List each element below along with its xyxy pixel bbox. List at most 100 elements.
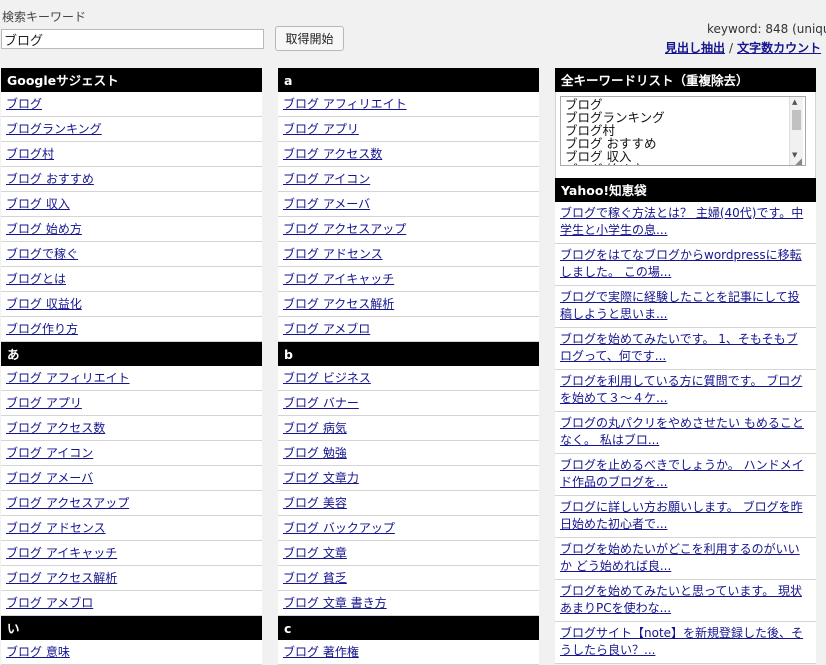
suggest-row: ブログ アクセス数 — [278, 142, 539, 167]
keyword-list-column: 全キーワードリスト（重複除去） ブログ ブログランキング ブログ村 ブログ おす… — [555, 68, 816, 664]
suggest-row: ブログ 著作権 — [278, 640, 539, 665]
suggest-keyword-link[interactable]: ブログ ビジネス — [283, 371, 371, 385]
yahoo-question-row: ブログを始めたいがどこを利用するのがいいか どう始めれば良... — [555, 538, 816, 580]
yahoo-question-row: ブログを止めるべきでしょうか。 ハンドメイ ド作品のブログを... — [555, 454, 816, 496]
suggest-row: ブログ 意味 — [1, 640, 262, 665]
yahoo-question-row: ブログに詳しい方お願いします。 ブログを昨 日始めた初心者で... — [555, 496, 816, 538]
yahoo-question-link[interactable]: ブログサイト【note】を新規登録した後、そ うしたら良い？... — [560, 626, 803, 657]
suggest-keyword-link[interactable]: ブログ 病気 — [283, 421, 347, 435]
suggest-row: ブログランキング — [1, 117, 262, 142]
suggest-row: ブログ バックアップ — [278, 516, 539, 541]
yahoo-question-text-line: ブログをはてなブログからwordpressに移転 — [560, 248, 802, 262]
fetch-start-button[interactable]: 取得開始 — [275, 26, 344, 51]
yahoo-question-link[interactable]: ブログをはてなブログからwordpressに移転 しました。 この場... — [560, 248, 802, 279]
keyword-list-textarea[interactable]: ブログ ブログランキング ブログ村 ブログ おすすめ ブログ 収入 ブログ 始め… — [560, 96, 806, 166]
suggest-row: ブログ アメーバ — [278, 192, 539, 217]
suggest-keyword-link[interactable]: ブログランキング — [6, 122, 102, 136]
suggest-keyword-link[interactable]: ブログ 収入 — [6, 197, 70, 211]
suggest-keyword-link[interactable]: ブログ アフィリエイト — [283, 97, 407, 111]
suggest-keyword-link[interactable]: ブログ アメーバ — [283, 197, 370, 211]
suggest-keyword-link[interactable]: ブログ 収益化 — [6, 297, 82, 311]
yahoo-question-text-line: ブログに詳しい方お願いします。 ブログを昨 — [560, 500, 803, 514]
suggest-keyword-link[interactable]: ブログ アドセンス — [6, 521, 106, 535]
suggest-keyword-link[interactable]: ブログ アドセンス — [283, 247, 383, 261]
resize-grip-icon[interactable]: ◢ — [795, 157, 802, 167]
yahoo-question-link[interactable]: ブログに詳しい方お願いします。 ブログを昨 日始めた初心者で... — [560, 500, 803, 531]
suggest-row: ブログ アクセスアップ — [278, 217, 539, 242]
suggest-keyword-link[interactable]: ブログ アイキャッチ — [283, 272, 394, 286]
scroll-thumb[interactable] — [792, 110, 801, 130]
section-header: a — [278, 68, 539, 92]
suggest-row: ブログ 文章 — [278, 541, 539, 566]
suggest-keyword-link[interactable]: ブログ バナー — [283, 396, 359, 410]
suggest-keyword-link[interactable]: ブログ アメブロ — [6, 596, 93, 610]
yahoo-question-link[interactable]: ブログで稼ぐ方法とは？ 主婦(40代)です。中 学生と小学生の息... — [560, 206, 803, 237]
suggest-keyword-link[interactable]: ブログ アフィリエイト — [6, 371, 130, 385]
suggest-keyword-link[interactable]: ブログ 始め方 — [6, 222, 82, 236]
suggest-keyword-link[interactable]: ブログ 意味 — [6, 645, 70, 659]
suggest-keyword-link[interactable]: ブログ アクセス解析 — [6, 571, 117, 585]
suggest-keyword-link[interactable]: ブログ 文章 書き方 — [283, 596, 387, 610]
suggest-keyword-link[interactable]: ブログ 美容 — [283, 496, 347, 510]
suggest-keyword-link[interactable]: ブログ アプリ — [6, 396, 82, 410]
suggest-row: ブログ ビジネス — [278, 366, 539, 391]
suggest-keyword-link[interactable]: ブログとは — [6, 272, 66, 286]
suggest-keyword-link[interactable]: ブログ 勉強 — [283, 446, 347, 460]
yahoo-question-list: ブログで稼ぐ方法とは？ 主婦(40代)です。中 学生と小学生の息... ブログをはて… — [555, 202, 816, 664]
yahoo-question-link[interactable]: ブログを始めてみたいです。 1、そもそもブ ログって、何です... — [560, 332, 798, 363]
suggest-keyword-link[interactable]: ブログ — [6, 97, 42, 111]
suggest-keyword-link[interactable]: ブログ作り方 — [6, 322, 78, 336]
suggest-row: ブログ作り方 — [1, 317, 262, 342]
suggest-keyword-link[interactable]: ブログ アクセスアップ — [283, 222, 406, 236]
textarea-scrollbar[interactable]: ▲ ▼ — [789, 97, 803, 165]
yahoo-question-link[interactable]: ブログで実際に経験したことを記事にして投 稿しようと思いま... — [560, 290, 800, 321]
suggest-keyword-link[interactable]: ブログ 貧乏 — [283, 571, 347, 585]
yahoo-question-link[interactable]: ブログの丸パクリをやめさせたい もめること なく。 私はブロ... — [560, 416, 804, 447]
yahoo-question-text-line: ログって、何です... — [560, 349, 667, 363]
section-header: c — [278, 616, 539, 640]
suggest-keyword-link[interactable]: ブログ アメブロ — [283, 322, 370, 336]
google-suggest-column: Googleサジェスト ブログ ブログランキング ブログ村 ブログ おすすめ ブログ 収入… — [1, 68, 262, 665]
yahoo-chiebukuro-header: Yahoo!知恵袋 — [555, 178, 816, 202]
suggest-keyword-link[interactable]: ブログ アメーバ — [6, 471, 93, 485]
yahoo-question-row: ブログを始めてみたいです。 1、そもそもブ ログって、何です... — [555, 328, 816, 370]
suggest-keyword-link[interactable]: ブログ アクセスアップ — [6, 496, 129, 510]
yahoo-question-text-line: ブログを始めてみたいと思っています。 現状 — [560, 584, 803, 598]
yahoo-question-link[interactable]: ブログを止めるべきでしょうか。 ハンドメイ ド作品のブログを... — [560, 458, 804, 489]
yahoo-question-row: ブログをはてなブログからwordpressに移転 しました。 この場... — [555, 244, 816, 286]
suggest-row: ブログ 文章 書き方 — [278, 591, 539, 616]
suggest-keyword-link[interactable]: ブログ 文章 — [283, 546, 347, 560]
yahoo-question-text-line: うしたら良い？... — [560, 643, 656, 657]
yahoo-question-link[interactable]: ブログを利用している方に質問です。 ブログ を始めて３～４ケ... — [560, 374, 802, 405]
suggest-keyword-link[interactable]: ブログ アイコン — [283, 172, 370, 186]
suggest-keyword-link[interactable]: ブログ バックアップ — [283, 521, 395, 535]
yahoo-question-text-line: ブログを始めたいがどこを利用するのがいい — [560, 542, 800, 556]
yahoo-question-text-line: ブログサイト【note】を新規登録した後、そ — [560, 626, 804, 640]
suggest-keyword-link[interactable]: ブログ 文章力 — [283, 471, 359, 485]
alphabet-suggest-column: a ブログ アフィリエイト ブログ アプリ ブログ アクセス数 ブログ アイコン ブログ … — [278, 68, 539, 665]
yahoo-question-link[interactable]: ブログを始めてみたいと思っています。 現状 あまりPCを使わな... — [560, 584, 802, 615]
yahoo-question-row: ブログを利用している方に質問です。 ブログ を始めて３～４ケ... — [555, 370, 816, 412]
suggest-keyword-link[interactable]: ブログ アクセス数 — [283, 147, 382, 161]
suggest-keyword-link[interactable]: ブログ村 — [6, 147, 54, 161]
suggest-keyword-link[interactable]: ブログ アイキャッチ — [6, 546, 117, 560]
suggest-row: ブログ アクセス解析 — [278, 292, 539, 317]
yahoo-question-text-line: ブログで実際に経験したことを記事にして投 — [560, 290, 800, 304]
suggest-keyword-link[interactable]: ブログ おすすめ — [6, 172, 94, 186]
suggest-keyword-link[interactable]: ブログ アクセス解析 — [283, 297, 394, 311]
heading-extract-link[interactable]: 見出し抽出 — [665, 41, 725, 55]
all-keyword-list-header: 全キーワードリスト（重複除去） — [555, 68, 816, 92]
suggest-keyword-link[interactable]: ブログで稼ぐ — [6, 247, 78, 261]
tool-links: 見出し抽出 / 文字数カウント — [665, 39, 821, 56]
yahoo-question-text-line: ブログを利用している方に質問です。 ブログ — [560, 374, 803, 388]
char-count-link[interactable]: 文字数カウント — [737, 41, 821, 55]
suggest-keyword-link[interactable]: ブログ アクセス数 — [6, 421, 105, 435]
scroll-up-arrow-icon[interactable]: ▲ — [792, 98, 797, 106]
suggest-keyword-link[interactable]: ブログ アイコン — [6, 446, 93, 460]
search-input[interactable] — [1, 29, 264, 49]
keyword-list-box: ブログ ブログランキング ブログ村 ブログ おすすめ ブログ 収入 ブログ 始め… — [555, 92, 816, 178]
yahoo-question-text-line: なく。 私はブロ... — [560, 433, 660, 447]
suggest-keyword-link[interactable]: ブログ 著作権 — [283, 645, 359, 659]
suggest-keyword-link[interactable]: ブログ アプリ — [283, 122, 359, 136]
yahoo-question-link[interactable]: ブログを始めたいがどこを利用するのがいいか どう始めれば良... — [560, 542, 800, 573]
